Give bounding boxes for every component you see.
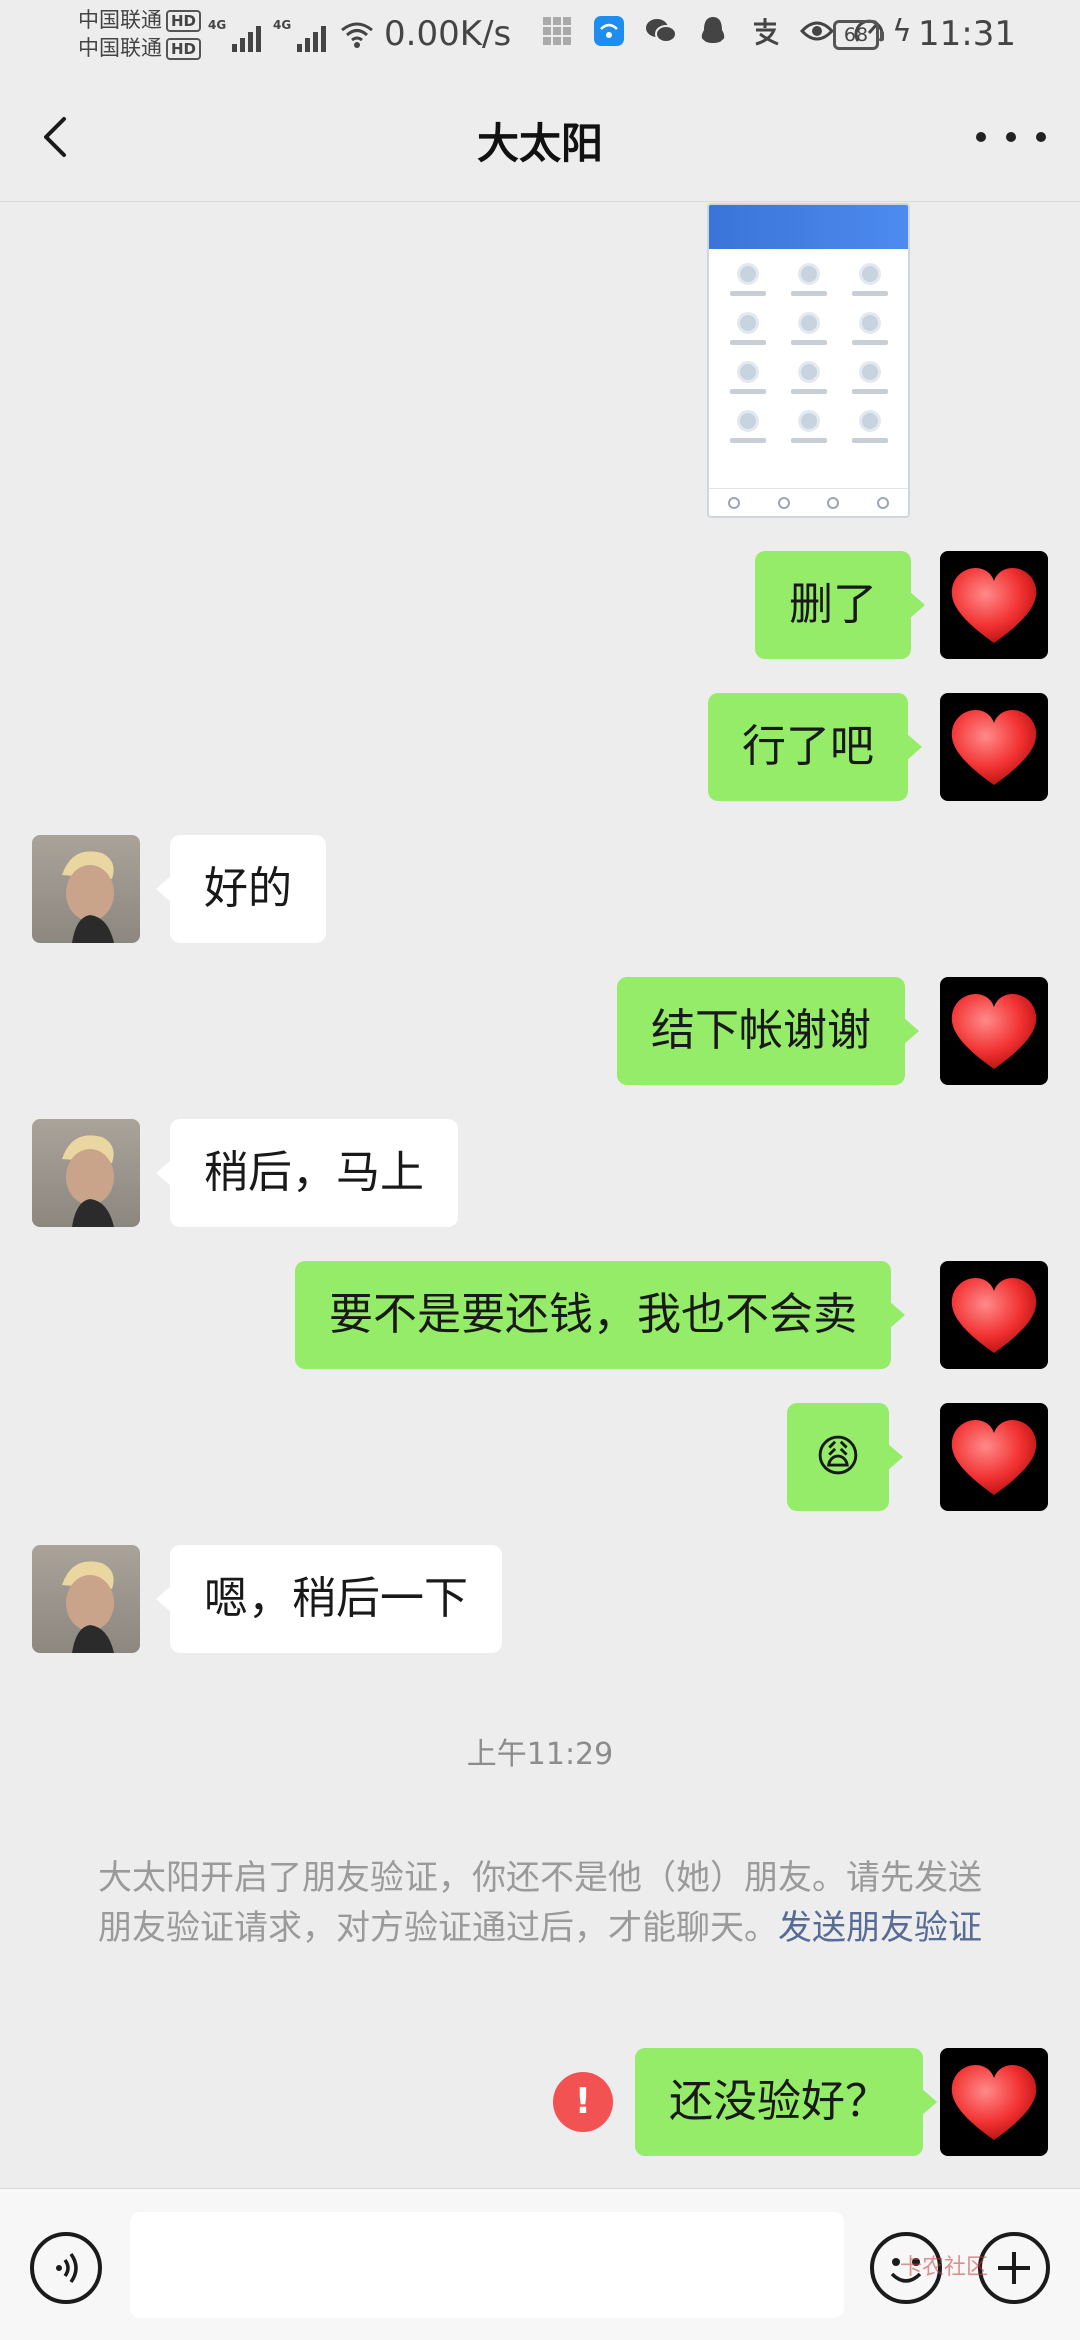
heart-icon [951, 1277, 1037, 1353]
chat-messages[interactable]: 删了 行了吧 好的 结下帐谢谢 稍后，马上 要不是要还钱，我也不会卖 😩 嗯，稍… [0, 203, 1080, 2188]
eye-icon [800, 14, 834, 48]
carrier-1: 中国联通 [78, 8, 162, 32]
chat-header: 大太阳 [0, 72, 1080, 202]
send-failed-icon[interactable]: ! [553, 2072, 613, 2132]
avatar[interactable] [32, 835, 140, 943]
person-photo-icon [62, 851, 114, 943]
more-dots-icon[interactable] [976, 112, 1046, 162]
watermark: 卡农社区 [900, 2255, 989, 2280]
avatar[interactable] [940, 693, 1048, 801]
qq-icon [696, 14, 730, 48]
avatar[interactable] [940, 1261, 1048, 1369]
message-input[interactable] [130, 2212, 844, 2318]
heart-icon [951, 709, 1037, 785]
message-bubble-sent[interactable]: 要不是要还钱，我也不会卖 [295, 1261, 905, 1369]
signal-icons: 4G 4G [208, 18, 374, 52]
carrier-2: 中国联通 [78, 36, 162, 60]
heart-icon [951, 567, 1037, 643]
heart-icon [951, 1419, 1037, 1495]
wifi-share-icon [592, 14, 626, 48]
send-verification-link[interactable]: 发送朋友验证 [778, 1908, 982, 1948]
grid-icon [540, 14, 574, 48]
message-bubble-received[interactable]: 好的 [156, 835, 326, 943]
status-bar: 中国联通 HD 中国联通 HD 4G 4G 0.00K/s 68 ϟ 11:31 [0, 0, 1080, 72]
message-bubble-received[interactable]: 稍后，马上 [156, 1119, 458, 1227]
avatar[interactable] [32, 1119, 140, 1227]
battery-icon: 68 [833, 20, 884, 50]
avatar[interactable] [32, 1545, 140, 1653]
message-timestamp: 上午11:29 [466, 1737, 614, 1772]
avatar[interactable] [940, 977, 1048, 1085]
input-bar: 卡农社区 [0, 2188, 1080, 2340]
network-type: 4G [208, 18, 227, 32]
plus-icon[interactable] [978, 2232, 1050, 2304]
message-bubble-sent[interactable]: 删了 [755, 551, 925, 659]
person-photo-icon [62, 1561, 114, 1653]
wifi-icon [340, 18, 374, 52]
net-speed: 0.00K/s [384, 14, 512, 54]
charging-icon: ϟ [892, 14, 912, 49]
signal-icon: 4G [208, 18, 261, 52]
carrier-info: 中国联通 HD 中国联通 HD [78, 6, 202, 62]
hd-badge: HD [166, 10, 202, 32]
heart-icon [951, 2064, 1037, 2140]
hd-badge: HD [166, 38, 202, 60]
avatar[interactable] [940, 551, 1048, 659]
heart-icon [951, 993, 1037, 1069]
signal-icon: 4G [273, 18, 326, 52]
person-photo-icon [62, 1135, 114, 1227]
message-bubble-sent[interactable]: 😩 [787, 1403, 903, 1511]
network-type: 4G [273, 18, 292, 32]
voice-icon[interactable] [30, 2232, 102, 2304]
alipay-icon [748, 14, 782, 48]
page-title: 大太阳 [476, 119, 603, 168]
image-message[interactable] [707, 203, 910, 518]
system-notice: 大太阳开启了朋友验证，你还不是他（她）朋友。请先发送朋友验证请求，对方验证通过后… [88, 1853, 992, 1953]
message-bubble-sent[interactable]: 行了吧 [708, 693, 922, 801]
avatar[interactable] [940, 1403, 1048, 1511]
wechat-icon [644, 14, 678, 48]
message-bubble-sent[interactable]: 还没验好？ [635, 2048, 937, 2156]
message-bubble-received[interactable]: 嗯，稍后一下 [156, 1545, 502, 1653]
avatar[interactable] [940, 2048, 1048, 2156]
message-bubble-sent[interactable]: 结下帐谢谢 [617, 977, 919, 1085]
clock: 11:31 [918, 14, 1016, 54]
